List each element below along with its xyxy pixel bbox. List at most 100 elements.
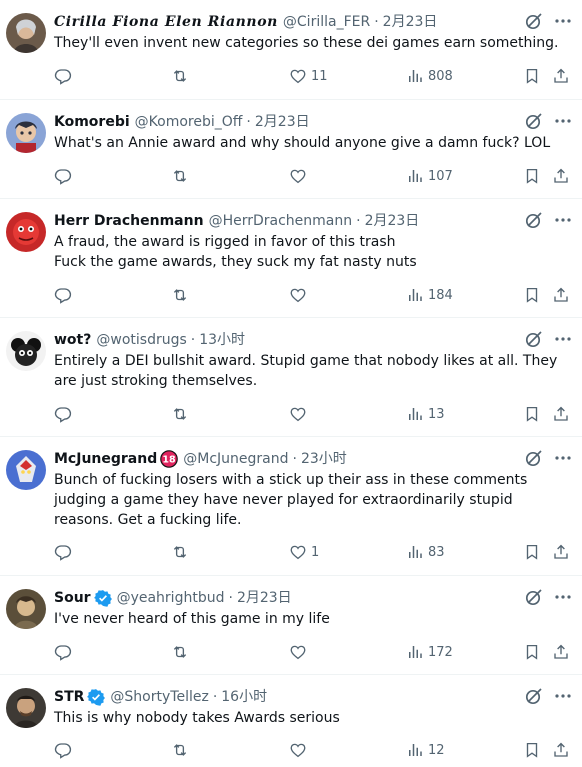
display-name[interactable]: McJunegrand	[54, 449, 157, 469]
avatar[interactable]	[6, 212, 46, 252]
user-handle[interactable]: @wotisdrugs	[96, 330, 186, 350]
more-icon[interactable]	[552, 210, 574, 230]
bookmark-button[interactable]	[523, 404, 541, 424]
avatar[interactable]	[6, 13, 46, 53]
views-button[interactable]: 107	[406, 166, 453, 186]
grok-icon[interactable]	[524, 329, 544, 349]
timestamp[interactable]: 2月23日	[365, 211, 420, 231]
reply-tweet[interactable]: Cirilla Fiona Elen Riannon @Cirilla_FER …	[0, 0, 582, 100]
user-handle[interactable]: @Cirilla_FER	[283, 12, 370, 32]
avatar[interactable]	[6, 688, 46, 728]
reply-button[interactable]	[54, 542, 76, 562]
grok-icon[interactable]	[524, 11, 544, 31]
bookmark-button[interactable]	[523, 285, 541, 305]
reply-tweet[interactable]: McJunegrand 18 @McJunegrand · 23小时 Bunch…	[0, 437, 582, 576]
retweet-button[interactable]	[171, 66, 193, 86]
avatar[interactable]	[6, 450, 46, 490]
reply-tweet[interactable]: Sour @yeahrightbud · 2月23日 I've never he…	[0, 576, 582, 675]
like-icon	[290, 288, 306, 303]
more-icon[interactable]	[552, 111, 574, 131]
more-icon[interactable]	[552, 587, 574, 607]
grok-icon[interactable]	[524, 686, 544, 706]
retweet-button[interactable]	[171, 166, 193, 186]
bookmark-button[interactable]	[523, 740, 541, 760]
like-button[interactable]: 1	[289, 542, 319, 562]
share-button[interactable]	[552, 166, 570, 186]
avatar[interactable]	[6, 331, 46, 371]
user-handle[interactable]: @HerrDrachenmann	[209, 211, 353, 231]
more-icon[interactable]	[552, 329, 574, 349]
share-button[interactable]	[552, 642, 570, 662]
reply-tweet[interactable]: wot? @wotisdrugs · 13小时 Entirely a DEI b…	[0, 318, 582, 437]
retweet-button[interactable]	[171, 404, 193, 424]
share-button[interactable]	[552, 542, 570, 562]
timestamp[interactable]: 2月23日	[383, 12, 438, 32]
views-button[interactable]: 184	[406, 285, 453, 305]
avatar[interactable]	[6, 589, 46, 629]
bookmark-button[interactable]	[523, 542, 541, 562]
timestamp[interactable]: 2月23日	[255, 112, 310, 132]
timestamp[interactable]: 16小时	[221, 687, 267, 707]
avatar[interactable]	[6, 113, 46, 153]
grok-icon[interactable]	[524, 111, 544, 131]
share-button[interactable]	[552, 285, 570, 305]
reply-button[interactable]	[54, 166, 76, 186]
reply-tweet[interactable]: STR @ShortyTellez · 16小时 This is why nob…	[0, 675, 582, 767]
retweet-button[interactable]	[171, 285, 193, 305]
display-name[interactable]: wot?	[54, 330, 91, 350]
grok-icon[interactable]	[524, 448, 544, 468]
display-name[interactable]: Sour	[54, 588, 91, 608]
more-icon[interactable]	[552, 11, 574, 31]
reply-button[interactable]	[54, 740, 76, 760]
user-handle[interactable]: @yeahrightbud	[117, 588, 225, 608]
views-button[interactable]: 83	[406, 542, 445, 562]
share-icon	[554, 168, 568, 183]
action-bar: 12	[54, 740, 582, 760]
grok-icon[interactable]	[524, 587, 544, 607]
user-handle[interactable]: @McJunegrand	[183, 449, 288, 469]
timestamp[interactable]: 2月23日	[237, 588, 292, 608]
reply-tweet[interactable]: Herr Drachenmann @HerrDrachenmann · 2月23…	[0, 199, 582, 318]
like-button[interactable]: 11	[289, 66, 328, 86]
display-name[interactable]: Komorebi	[54, 112, 130, 132]
retweet-button[interactable]	[171, 740, 193, 760]
like-button[interactable]	[289, 740, 311, 760]
share-button[interactable]	[552, 66, 570, 86]
user-handle[interactable]: @ShortyTellez	[110, 687, 208, 707]
timestamp[interactable]: 23小时	[301, 449, 347, 469]
more-icon[interactable]	[552, 686, 574, 706]
grok-icon[interactable]	[524, 210, 544, 230]
share-button[interactable]	[552, 740, 570, 760]
views-button[interactable]: 172	[406, 642, 453, 662]
bookmark-button[interactable]	[523, 642, 541, 662]
like-button[interactable]	[289, 642, 311, 662]
tweet-text: I've never heard of this game in my life	[54, 609, 572, 629]
like-button[interactable]	[289, 404, 311, 424]
user-handle[interactable]: @Komorebi_Off	[135, 112, 243, 132]
view-count: 184	[428, 287, 453, 303]
reply-button[interactable]	[54, 642, 76, 662]
reply-button[interactable]	[54, 66, 76, 86]
display-name[interactable]: STR	[54, 687, 84, 707]
reply-button[interactable]	[54, 404, 76, 424]
reply-tweet[interactable]: Komorebi @Komorebi_Off · 2月23日 What's an…	[0, 100, 582, 199]
like-button[interactable]	[289, 166, 311, 186]
reply-button[interactable]	[54, 285, 76, 305]
views-icon	[409, 289, 422, 301]
retweet-icon	[173, 744, 187, 756]
share-icon	[554, 68, 568, 83]
views-button[interactable]: 12	[406, 740, 445, 760]
bookmark-button[interactable]	[523, 66, 541, 86]
bookmark-icon	[526, 742, 538, 758]
bookmark-button[interactable]	[523, 166, 541, 186]
timestamp[interactable]: 13小时	[199, 330, 245, 350]
views-button[interactable]: 808	[406, 66, 453, 86]
more-icon[interactable]	[552, 448, 574, 468]
like-button[interactable]	[289, 285, 311, 305]
views-button[interactable]: 13	[406, 404, 445, 424]
retweet-button[interactable]	[171, 542, 193, 562]
display-name[interactable]: Cirilla Fiona Elen Riannon	[54, 12, 278, 32]
share-button[interactable]	[552, 404, 570, 424]
retweet-button[interactable]	[171, 642, 193, 662]
display-name[interactable]: Herr Drachenmann	[54, 211, 204, 231]
